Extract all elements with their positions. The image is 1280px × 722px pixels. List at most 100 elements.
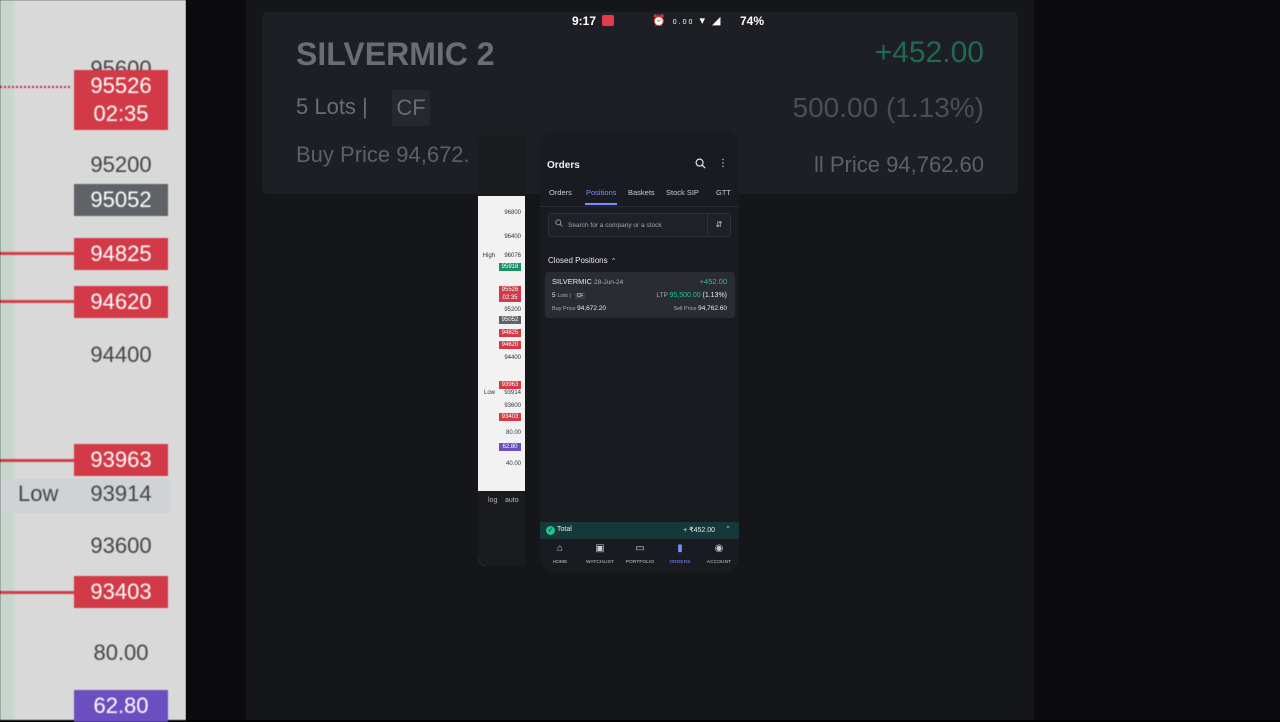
nav-watchlist[interactable]: ▣ WATCHLIST: [580, 542, 620, 565]
filter-icon[interactable]: ⇵: [707, 214, 730, 236]
alarm-icon: ⏰: [652, 15, 668, 27]
bg-lots: 5 Lots |: [296, 94, 368, 119]
check-circle-icon: ✓: [546, 526, 555, 535]
chart-price-tag: 62.80: [499, 443, 521, 451]
search-input[interactable]: [566, 217, 710, 233]
cf-badge: CF: [574, 293, 586, 299]
nav-account[interactable]: ◉ ACCOUNT: [699, 542, 739, 565]
chart-scale-label: 95200: [504, 307, 521, 313]
chart-price-tag: 94620: [499, 341, 521, 349]
position-symbol-row: SILVERMIC 28-Jun-24: [552, 277, 623, 286]
dotted-price-line: [0, 86, 70, 90]
price-tag: 94620: [74, 286, 168, 318]
nav-label: PORTFOLIO: [625, 560, 655, 565]
price-tag: 62.80: [74, 690, 168, 722]
price-tag: 94825: [74, 238, 168, 270]
status-bar: 9:17 ⏰ 0.00 ▾ ◢ 74%: [560, 12, 788, 32]
bg-symbol: SILVERMIC 2: [296, 36, 495, 72]
price-line: [0, 300, 74, 303]
chart-high-label: High: [482, 253, 495, 259]
total-label: Total: [557, 526, 572, 533]
chart-price-tag: 02:35: [499, 294, 521, 302]
ltp-label: LTP: [656, 292, 668, 299]
status-time: 9:17: [572, 14, 597, 28]
chart-scale-label: 96076: [504, 253, 521, 259]
tab-gtt[interactable]: GTT: [716, 188, 731, 197]
chevron-up-icon[interactable]: ⌃: [725, 525, 731, 533]
bg-buy-price: Buy Price 94,672.: [296, 142, 470, 167]
tab-stock-sip[interactable]: Stock SIP: [666, 188, 699, 197]
signal-icon: ◢: [712, 15, 723, 27]
position-card[interactable]: SILVERMIC 28-Jun-24 +452.00 5 Lots | CF …: [545, 272, 735, 318]
closed-positions-header[interactable]: Closed Positions ⌃: [548, 256, 616, 265]
chart-scale-label: 94400: [504, 355, 521, 361]
price-line: [0, 591, 74, 594]
price-scale-label: 80.00: [93, 640, 149, 665]
chart-price-tag: 93963: [499, 381, 521, 389]
log-toggle[interactable]: log: [488, 497, 497, 504]
price-scale-label: 93914: [90, 481, 152, 506]
sell-price: 94,762.60: [698, 305, 727, 312]
price-scale-label: 95200: [90, 152, 152, 177]
buy-label: Buy Price: [552, 306, 576, 312]
price-tag: 02:35: [74, 98, 168, 130]
ltp-value: 95,500.00: [669, 292, 701, 299]
section-title: Closed Positions: [548, 256, 608, 265]
tab-bar: Orders Positions Baskets Stock SIP GTT: [540, 186, 739, 207]
tab-orders[interactable]: Orders: [549, 188, 572, 197]
screen-record-icon: [602, 15, 614, 26]
price-line: [0, 252, 74, 255]
auto-toggle[interactable]: auto: [505, 497, 519, 504]
tab-baskets[interactable]: Baskets: [628, 188, 655, 197]
total-pnl-bar[interactable]: ✓ Total + ₹452.00 ⌃: [540, 522, 739, 539]
chart-scale-label: 93914: [504, 390, 521, 396]
active-tab-indicator: [585, 203, 617, 205]
chart-scale-label: 40.00: [505, 461, 521, 467]
position-lots-row: 5 Lots | CF: [552, 292, 586, 299]
position-expiry: 28-Jun-24: [593, 279, 624, 286]
chart-price-tag: 95052: [499, 316, 521, 324]
nav-orders[interactable]: ▮ ORDERS: [660, 542, 700, 565]
orders-icon: ▮: [677, 543, 683, 554]
position-ltp-row: LTP 95,500.00 (1.13%): [656, 292, 727, 299]
bg-sell-price: ll Price 94,762.60: [814, 152, 984, 177]
chart-scale-label: 96800: [504, 210, 521, 216]
recent-app-preview[interactable]: 96800 96400 High 96076 95918 95526 02:35…: [478, 136, 525, 566]
battery-level: 74%: [739, 14, 764, 28]
price-scale-label: 93600: [90, 533, 152, 558]
price-tag: 93963: [74, 444, 168, 476]
search-icon: [555, 219, 563, 229]
chart-price-tag: 93403: [499, 413, 521, 421]
position-lots: 5: [552, 292, 556, 299]
nav-home[interactable]: ⌂ HOME: [540, 542, 580, 565]
chart-scale-label: 96400: [504, 234, 521, 240]
lots-label: Lots |: [557, 293, 571, 299]
buy-price-row: Buy Price 94,672.20: [552, 305, 606, 312]
home-icon: ⌂: [556, 543, 564, 554]
chart-footer: log auto: [478, 491, 525, 566]
tab-positions[interactable]: Positions: [586, 188, 616, 197]
position-pnl: +452.00: [699, 277, 727, 286]
nav-label: HOME: [552, 560, 568, 565]
watchlist-icon: ▣: [595, 543, 605, 554]
price-tag: 95052: [74, 184, 168, 216]
portfolio-icon: ▭: [635, 543, 645, 554]
position-symbol: SILVERMIC: [552, 277, 592, 286]
bg-cf-badge: CF: [392, 90, 430, 126]
chart-price-tag: 95918: [499, 263, 521, 271]
nav-label: WATCHLIST: [585, 560, 615, 565]
chart-price-tag: 95526: [499, 286, 521, 294]
net-speed: 0.00: [672, 19, 695, 26]
chart-volume-band: [0, 0, 14, 720]
nav-label: ACCOUNT: [706, 560, 732, 565]
chart-scale-label: 93600: [504, 403, 521, 409]
bottom-nav: ⌂ HOME ▣ WATCHLIST ▭ PORTFOLIO ▮ ORDERS …: [540, 539, 739, 572]
nav-portfolio[interactable]: ▭ PORTFOLIO: [620, 542, 660, 565]
more-options-icon[interactable]: ⋮: [717, 158, 729, 170]
sell-label: Sell Price: [673, 306, 697, 312]
price-scale-label: 94400: [90, 342, 152, 367]
nav-label: ORDERS: [669, 560, 691, 565]
bg-ltp: 500.00 (1.13%): [792, 92, 984, 123]
buy-price: 94,672.20: [577, 305, 606, 312]
search-icon[interactable]: [694, 158, 706, 170]
